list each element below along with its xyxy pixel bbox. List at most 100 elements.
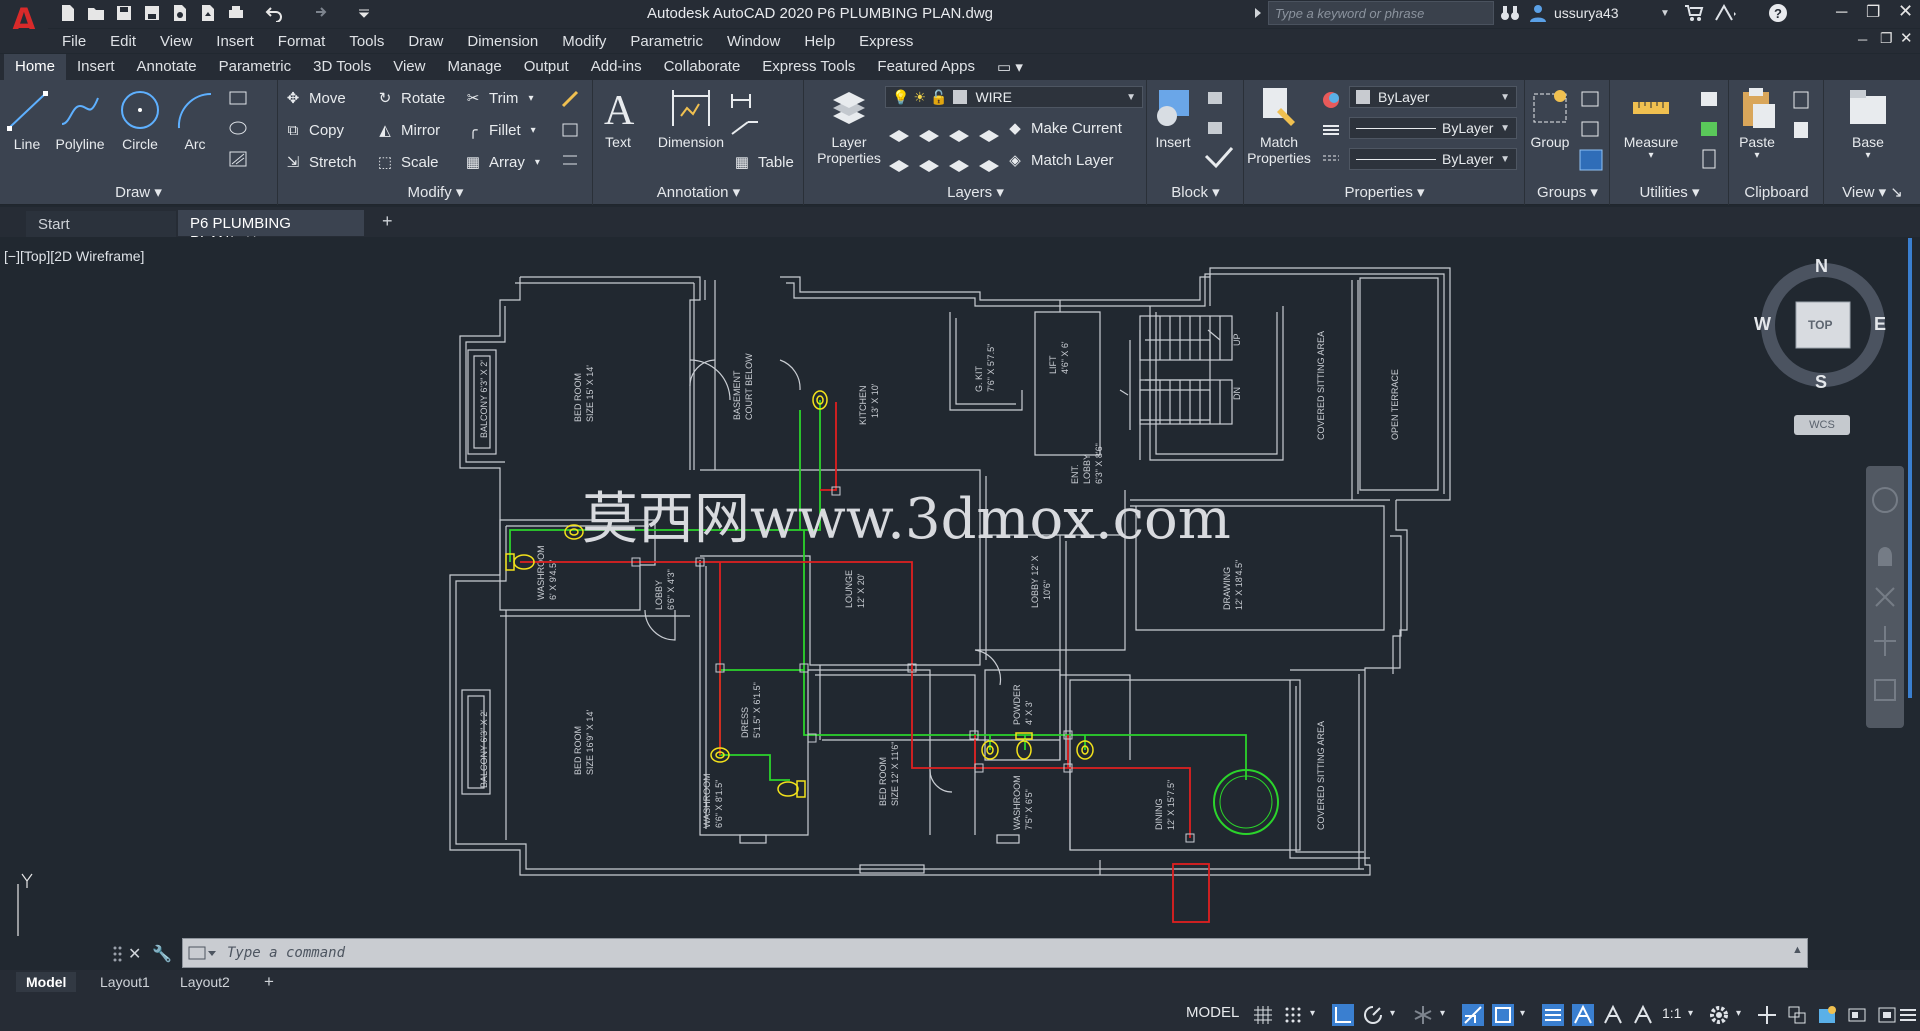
arc-button[interactable]: Arc	[172, 88, 218, 152]
annotation-visibility-icon[interactable]	[1572, 1004, 1594, 1026]
circle-button[interactable]: Circle	[116, 88, 164, 152]
menu-insert[interactable]: Insert	[216, 33, 254, 50]
search-input[interactable]: Type a keyword or phrase	[1268, 1, 1494, 25]
tab-layout1[interactable]: Layout1	[90, 972, 160, 992]
clipboard-tools-icons[interactable]	[1790, 88, 1818, 144]
floor-plan-drawing[interactable]: BALCONY 6'3" X 2' BED ROOM SIZE 15' X 14…	[0, 237, 1906, 955]
tab-3d-tools[interactable]: 3D Tools	[302, 54, 382, 80]
tab-add-ins[interactable]: Add-ins	[580, 54, 653, 80]
auto-scale-icon[interactable]	[1602, 1004, 1624, 1026]
ortho-icon[interactable]	[1332, 1004, 1354, 1026]
block-panel-title[interactable]: Block ▾	[1148, 183, 1243, 201]
polar-tracking-icon[interactable]	[1362, 1004, 1384, 1026]
tab-express-tools[interactable]: Express Tools	[751, 54, 866, 80]
new-tab-button[interactable]: +	[382, 211, 393, 232]
scale-menu-chevron-icon[interactable]: ▾	[1688, 1008, 1693, 1019]
modify-panel-title[interactable]: Modify ▾	[279, 183, 592, 201]
rotate-button[interactable]: ↻ Rotate	[375, 88, 446, 108]
tab-start[interactable]: Start	[26, 211, 176, 237]
viewcube-east[interactable]: E	[1874, 314, 1886, 335]
navigation-bar[interactable]	[1866, 466, 1904, 728]
menu-parametric[interactable]: Parametric	[630, 33, 703, 50]
layer-properties-button[interactable]: Layer Properties	[811, 86, 887, 166]
viewcube-west[interactable]: W	[1754, 314, 1771, 335]
fillet-button[interactable]: ╭ Fillet ▾	[463, 120, 535, 140]
viewcube-south[interactable]: S	[1815, 372, 1827, 393]
tab-model[interactable]: Model	[16, 972, 77, 992]
grid-icon[interactable]	[1252, 1004, 1274, 1026]
view-panel-title[interactable]: View ▾ ↘	[1825, 183, 1920, 201]
close-window-icon[interactable]: ✕	[1898, 1, 1913, 22]
user-menu-chevron-icon[interactable]: ▼	[1660, 8, 1670, 19]
insert-block-button[interactable]: Insert	[1148, 86, 1198, 150]
draw-panel-title[interactable]: Draw ▾	[0, 183, 277, 201]
base-view-button[interactable]: Base ▾	[1843, 86, 1893, 161]
snap-icon[interactable]	[1282, 1004, 1304, 1026]
group-button[interactable]: Group	[1526, 86, 1574, 150]
object-snap-menu-chevron-icon[interactable]: ▾	[1520, 1008, 1525, 1019]
move-button[interactable]: ✥ Move	[283, 88, 346, 108]
line-button[interactable]: Line	[4, 88, 50, 152]
tab-parametric[interactable]: Parametric	[208, 54, 303, 80]
user-name[interactable]: ussurya43	[1554, 5, 1619, 21]
utility-tools-icons[interactable]	[1697, 88, 1723, 174]
viewcube-north[interactable]: N	[1815, 256, 1828, 277]
object-snap-icon[interactable]	[1492, 1004, 1514, 1026]
tab-annotate[interactable]: Annotate	[126, 54, 208, 80]
customization-menu-icon[interactable]	[1898, 1004, 1918, 1026]
command-customize-icon[interactable]: 🔧	[152, 944, 172, 964]
open-folder-icon[interactable]	[84, 2, 108, 24]
lineweight-dropdown[interactable]: ByLayer ▼	[1349, 148, 1517, 170]
clipboard-panel-title[interactable]: Clipboard	[1730, 184, 1823, 201]
groups-panel-title[interactable]: Groups ▾	[1526, 183, 1609, 201]
isolate-objects-icon[interactable]	[1876, 1004, 1898, 1026]
viewport-controls-label[interactable]: [−][Top][2D Wireframe]	[4, 248, 144, 264]
workspace-menu-chevron-icon[interactable]: ▾	[1736, 1008, 1741, 1019]
properties-panel-title[interactable]: Properties ▾	[1245, 183, 1524, 201]
hardware-acceleration-icon[interactable]	[1846, 1004, 1868, 1026]
tab-view[interactable]: View	[382, 54, 436, 80]
menu-modify[interactable]: Modify	[562, 33, 606, 50]
menu-express[interactable]: Express	[859, 33, 913, 50]
text-button[interactable]: A Text	[596, 86, 640, 150]
layer-tools-icons[interactable]	[885, 116, 1005, 172]
save-web-icon[interactable]	[196, 2, 220, 24]
mirror-button[interactable]: ◭ Mirror	[375, 120, 440, 140]
menu-dimension[interactable]: Dimension	[467, 33, 538, 50]
cart-icon[interactable]	[1684, 4, 1704, 22]
layers-panel-title[interactable]: Layers ▾	[805, 183, 1146, 201]
linetype-dropdown[interactable]: ByLayer ▼	[1349, 117, 1517, 139]
command-close-icon[interactable]: ✕	[128, 944, 141, 964]
leader-icon[interactable]	[730, 90, 766, 140]
model-space-toggle[interactable]: MODEL	[1186, 1004, 1239, 1021]
isodraft-icon[interactable]	[1412, 1004, 1434, 1026]
menu-edit[interactable]: Edit	[110, 33, 136, 50]
copy-button[interactable]: ⧉ Copy	[283, 120, 344, 140]
workspace-gear-icon[interactable]	[1708, 1004, 1730, 1026]
tab-layout2[interactable]: Layout2	[170, 972, 240, 992]
menu-tools[interactable]: Tools	[349, 33, 384, 50]
units-icon[interactable]	[1786, 1004, 1808, 1026]
autodesk-a360-icon[interactable]	[1714, 3, 1738, 22]
command-input[interactable]: Type a command	[182, 938, 1808, 968]
tab-home[interactable]: Home	[4, 54, 67, 80]
trim-button[interactable]: ✂ Trim ▾	[463, 88, 534, 108]
binoculars-icon[interactable]	[1500, 4, 1520, 22]
help-icon[interactable]: ?	[1768, 3, 1788, 23]
layer-dropdown[interactable]: 💡 ☀ 🔓 WIRE ▼	[885, 86, 1143, 108]
customize-qat-icon[interactable]	[352, 2, 376, 24]
draw-small-tools[interactable]	[228, 88, 268, 178]
open-web-icon[interactable]	[168, 2, 192, 24]
dimension-button[interactable]: Dimension	[652, 86, 730, 150]
plot-icon[interactable]	[224, 2, 248, 24]
group-tools-icons[interactable]	[1578, 88, 1606, 174]
add-layout-button[interactable]: +	[254, 970, 284, 994]
modify-extra-icons[interactable]	[559, 88, 583, 178]
tab-featured-apps[interactable]: Featured Apps	[866, 54, 986, 80]
doc-restore-icon[interactable]: ❐	[1880, 30, 1893, 47]
paste-button[interactable]: Paste ▾	[1732, 86, 1782, 161]
tab-collaborate[interactable]: Collaborate	[653, 54, 752, 80]
menu-draw[interactable]: Draw	[408, 33, 443, 50]
annotation-panel-title[interactable]: Annotation ▾	[594, 183, 803, 201]
menu-format[interactable]: Format	[278, 33, 326, 50]
